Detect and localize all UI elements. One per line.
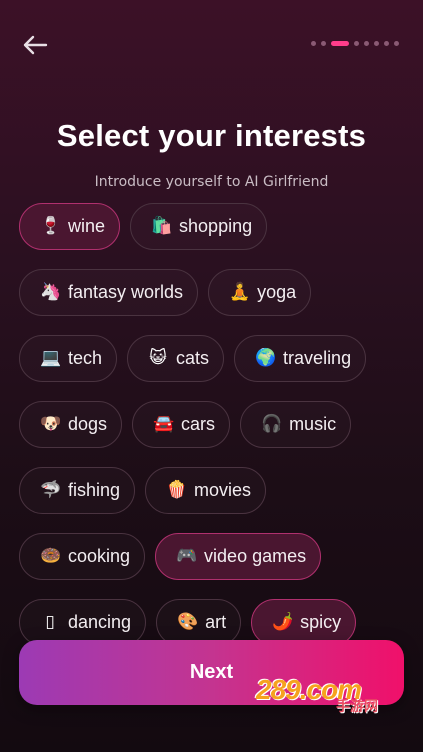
interest-emoji-icon: 🍷	[40, 216, 62, 236]
interest-chip-label: wine	[68, 216, 106, 236]
chip-row: 🦈 fishing 🍿 movies	[19, 467, 414, 514]
progress-dot	[321, 41, 326, 46]
next-button-label: Next	[189, 661, 234, 683]
site-watermark-logo: 289.com 手游网	[256, 674, 406, 716]
progress-dot	[394, 41, 399, 46]
watermark-sub-text: 手游网	[336, 699, 378, 715]
interest-chip-label: dancing	[68, 612, 132, 632]
interest-chip-cats[interactable]: 😺 cats	[127, 335, 225, 382]
interest-chip-wine[interactable]: 🍷 wine	[19, 203, 121, 250]
interest-chip-list: 🍷 wine 🛍️ shopping 🦄 fantasy worlds 🧘 yoga 💻 tech…	[19, 203, 414, 665]
interest-emoji-icon: 🐶	[40, 414, 62, 434]
chip-row: 🐶 dogs 🚘 cars 🎧 music	[19, 401, 414, 448]
interest-emoji-icon: 🌍	[255, 348, 277, 368]
chip-row: 🍷 wine 🛍️ shopping	[19, 203, 414, 250]
interest-chip-video-games[interactable]: 🎮 video games	[155, 533, 322, 580]
interest-chip-tech[interactable]: 💻 tech	[19, 335, 118, 382]
interest-chip-dogs[interactable]: 🐶 dogs	[19, 401, 123, 448]
progress-dot	[311, 41, 316, 46]
interest-emoji-icon: 😺	[149, 348, 167, 368]
interest-chip-label: art	[205, 612, 227, 632]
chip-row: 💻 tech 😺 cats 🌍 traveling	[19, 335, 414, 382]
page-subtitle: Introduce yourself to AI Girlfriend	[94, 174, 329, 190]
interest-emoji-icon: 🧘	[229, 282, 251, 302]
interest-chip-label: music	[289, 414, 337, 434]
progress-dot	[364, 41, 369, 46]
interest-emoji-icon: 🎮	[176, 546, 198, 566]
page-title: Select your interests	[56, 118, 367, 153]
interest-chip-label: yoga	[257, 282, 297, 302]
interest-emoji-icon: 🍩	[40, 546, 62, 566]
interest-emoji-icon: 💻	[40, 348, 62, 368]
interest-chip-label: traveling	[283, 348, 352, 368]
interest-chip-art[interactable]: 🎨 art	[156, 599, 242, 646]
interest-emoji-icon: ▯	[45, 612, 55, 632]
chip-row: ▯ dancing 🎨 art 🌶️ spicy	[19, 599, 414, 646]
interest-chip-music[interactable]: 🎧 music	[240, 401, 352, 448]
interest-chip-cars[interactable]: 🚘 cars	[132, 401, 231, 448]
interest-chip-spicy[interactable]: 🌶️ spicy	[251, 599, 357, 646]
progress-dot	[354, 41, 359, 46]
interest-chip-label: cars	[181, 414, 216, 434]
interest-emoji-icon: 🦈	[40, 480, 62, 500]
interest-chip-dancing[interactable]: ▯ dancing	[19, 599, 147, 646]
interest-chip-yoga[interactable]: 🧘 yoga	[208, 269, 312, 316]
interest-chip-label: fantasy worlds	[68, 282, 184, 302]
interest-chip-fishing[interactable]: 🦈 fishing	[19, 467, 136, 514]
interest-chip-label: video games	[204, 546, 307, 566]
interest-emoji-icon: 🌶️	[272, 612, 294, 632]
interest-chip-traveling[interactable]: 🌍 traveling	[234, 335, 367, 382]
interest-chip-shopping[interactable]: 🛍️ shopping	[130, 203, 268, 250]
interest-chip-movies[interactable]: 🍿 movies	[145, 467, 267, 514]
interest-chip-cooking[interactable]: 🍩 cooking	[19, 533, 146, 580]
interest-emoji-icon: 🍿	[166, 480, 188, 500]
interest-chip-label: movies	[194, 480, 252, 500]
interest-chip-label: tech	[68, 348, 103, 368]
interest-chip-label: spicy	[300, 612, 342, 632]
interest-chip-label: cats	[176, 348, 210, 368]
interest-emoji-icon: 🛍️	[151, 216, 173, 236]
arrow-left-icon	[23, 35, 48, 55]
chip-row: 🍩 cooking 🎮 video games	[19, 533, 414, 580]
interest-emoji-icon: 🦄	[40, 282, 62, 302]
interest-emoji-icon: 🚘	[153, 414, 175, 434]
interest-emoji-icon: 🎨	[177, 612, 199, 632]
interest-chip-label: fishing	[68, 480, 121, 500]
interest-chip-fantasy-worlds[interactable]: 🦄 fantasy worlds	[19, 269, 199, 316]
interest-chip-label: cooking	[68, 546, 131, 566]
progress-dot-active	[331, 41, 349, 46]
onboarding-progress-indicator	[311, 41, 399, 46]
interest-emoji-icon: 🎧	[261, 414, 283, 434]
interest-chip-label: shopping	[179, 216, 253, 236]
chip-row: 🦄 fantasy worlds 🧘 yoga	[19, 269, 414, 316]
interest-chip-label: dogs	[68, 414, 108, 434]
back-button[interactable]	[18, 28, 52, 62]
progress-dot	[374, 41, 379, 46]
progress-dot	[384, 41, 389, 46]
